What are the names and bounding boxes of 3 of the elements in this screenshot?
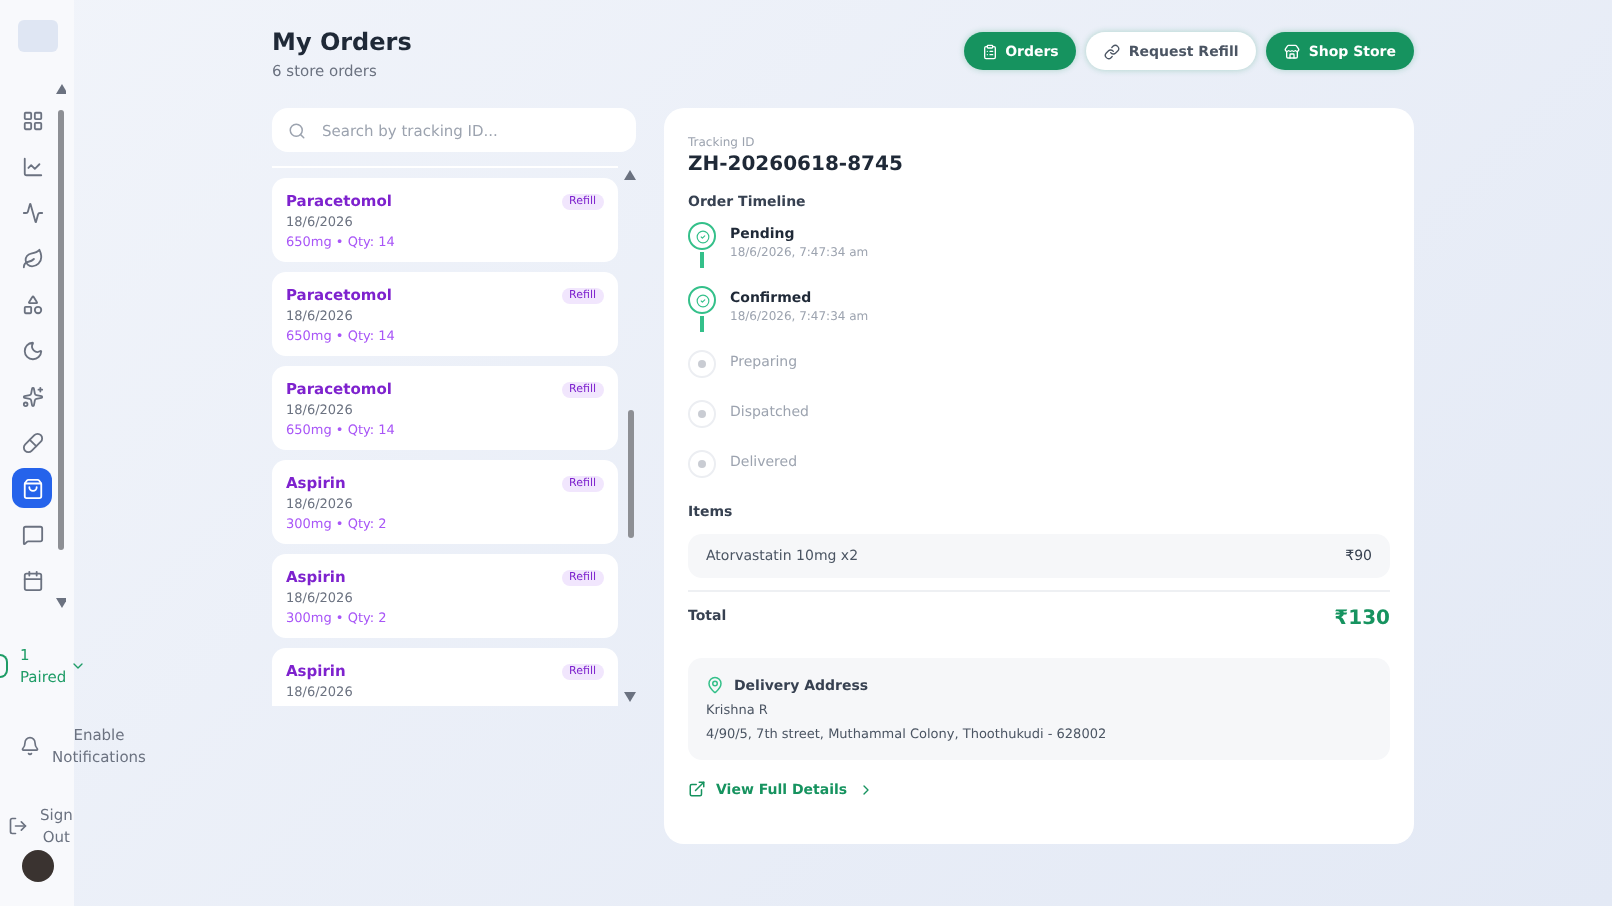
- total-amount: ₹130: [1334, 608, 1390, 630]
- page-title: My Orders: [272, 28, 412, 56]
- tracking-id: ZH-20260618-8745: [688, 154, 905, 176]
